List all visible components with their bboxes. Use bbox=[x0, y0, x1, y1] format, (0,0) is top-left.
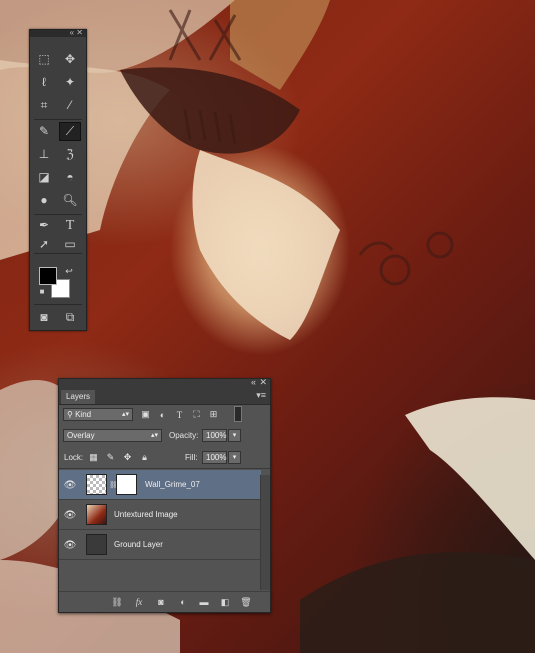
filter-adjustment-icon[interactable]: ◐ bbox=[156, 408, 169, 421]
eraser-icon[interactable]: ◪ bbox=[33, 168, 55, 187]
foreground-color-swatch[interactable] bbox=[39, 267, 57, 285]
layers-tabbar: Layers ▾≡ bbox=[59, 388, 270, 405]
layer-thumbnail bbox=[86, 534, 107, 555]
clone-stamp-icon[interactable]: ⊥ bbox=[33, 145, 55, 164]
opacity-input[interactable]: 100% bbox=[202, 429, 227, 442]
blend-mode-dropdown[interactable]: Overlay ▴▾ bbox=[63, 429, 162, 442]
tools-panel-header[interactable]: « ✕ bbox=[30, 29, 86, 37]
add-mask-icon[interactable]: ◙ bbox=[155, 596, 167, 608]
delete-layer-icon[interactable]: 🗑︎ bbox=[240, 596, 252, 608]
panel-menu-icon[interactable]: ▾≡ bbox=[256, 390, 266, 401]
lock-label: Lock: bbox=[64, 453, 84, 462]
crop-icon[interactable]: ⌗ bbox=[33, 96, 55, 115]
dodge-icon[interactable]: 🔍︎ bbox=[59, 191, 81, 210]
layer-row[interactable]: 👁︎ Untextured Image bbox=[59, 500, 261, 530]
type-icon[interactable]: T bbox=[59, 217, 81, 233]
tool-divider bbox=[34, 253, 82, 254]
adjustment-layer-icon[interactable]: ◐ bbox=[177, 596, 189, 608]
healing-brush-icon[interactable]: ✎ bbox=[33, 122, 55, 141]
opacity-label: Opacity: bbox=[169, 431, 199, 440]
lock-position-icon[interactable]: ✥ bbox=[121, 451, 134, 464]
layer-thumbnail bbox=[86, 474, 107, 495]
collapse-icon[interactable]: « bbox=[251, 377, 256, 387]
move-icon[interactable]: ✥ bbox=[59, 50, 81, 69]
eye-icon[interactable]: 👁︎ bbox=[63, 539, 77, 551]
close-icon[interactable]: ✕ bbox=[259, 377, 267, 388]
pen-icon[interactable]: ✒ bbox=[33, 217, 55, 233]
layer-name[interactable]: Ground Layer bbox=[114, 539, 163, 551]
collapse-icon[interactable]: « ✕ bbox=[70, 29, 83, 37]
tools-panel: « ✕ ⬚ ✥ ℓ ✦ ⌗ ⁄ ✎ ⟋ ⊥ ℨ ◪ ◓ ● 🔍︎ ✒ T ➚ ▭… bbox=[29, 29, 87, 331]
default-colors-icon[interactable]: ■ bbox=[36, 287, 48, 297]
chevron-down-icon: ▴▾ bbox=[150, 432, 158, 439]
fill-input[interactable]: 100% bbox=[202, 451, 227, 464]
filter-toggle-switch[interactable] bbox=[234, 406, 242, 422]
layer-thumbnail bbox=[86, 504, 107, 525]
fill-label: Fill: bbox=[185, 453, 198, 462]
new-layer-icon[interactable]: ◧ bbox=[219, 596, 231, 608]
paint-bucket-icon[interactable]: ◓ bbox=[59, 168, 81, 187]
eyedropper-icon[interactable]: ⁄ bbox=[59, 96, 81, 115]
blur-icon[interactable]: ● bbox=[33, 191, 55, 210]
screen-mode-icon[interactable]: ⧉ bbox=[59, 309, 81, 325]
layer-row[interactable]: 👁︎ ⛓ Wall_Grime_07 bbox=[59, 470, 261, 500]
layer-mask-thumbnail[interactable] bbox=[116, 474, 137, 495]
divider bbox=[59, 468, 270, 469]
eye-icon[interactable]: 👁︎ bbox=[63, 509, 77, 521]
layers-scrollbar[interactable] bbox=[260, 475, 270, 590]
brush-icon[interactable]: ⟋ bbox=[59, 122, 81, 141]
swap-colors-icon[interactable]: ↩ bbox=[62, 265, 76, 277]
fill-dropdown-icon[interactable]: ▾ bbox=[228, 451, 241, 464]
marquee-icon[interactable]: ⬚ bbox=[33, 50, 55, 69]
new-group-icon[interactable]: ▬ bbox=[198, 596, 210, 608]
blend-mode-value: Overlay bbox=[67, 431, 95, 440]
link-layers-icon[interactable]: ⛓ bbox=[111, 596, 123, 608]
opacity-dropdown-icon[interactable]: ▾ bbox=[228, 429, 241, 442]
layer-row[interactable]: 👁︎ Ground Layer bbox=[59, 530, 261, 560]
filter-type-icon[interactable]: T bbox=[173, 408, 186, 421]
filter-shape-icon[interactable]: ⛶ bbox=[190, 408, 203, 421]
layer-name[interactable]: Untextured Image bbox=[114, 509, 178, 521]
layers-panel-header[interactable]: « ✕ bbox=[59, 377, 270, 388]
layers-bottom-toolbar: ⛓ fx ◙ ◐ ▬ ◧ 🗑︎ bbox=[59, 591, 270, 612]
layer-name[interactable]: Wall_Grime_07 bbox=[145, 479, 200, 491]
magic-wand-icon[interactable]: ✦ bbox=[59, 73, 81, 92]
fx-icon[interactable]: fx bbox=[133, 596, 145, 608]
eye-icon[interactable]: 👁︎ bbox=[63, 479, 77, 491]
filter-pixel-icon[interactable]: ▣ bbox=[139, 408, 152, 421]
layers-panel: « ✕ Layers ▾≡ ⚲ Kind ▴▾ ▣ ◐ T ⛶ ⊞ Overla… bbox=[58, 377, 271, 613]
lock-image-pixels-icon[interactable]: ✎ bbox=[104, 451, 117, 464]
search-icon: ⚲ bbox=[67, 410, 76, 419]
lock-transparency-icon[interactable]: ▦ bbox=[87, 451, 100, 464]
history-brush-icon[interactable]: ℨ bbox=[59, 145, 81, 164]
lasso-icon[interactable]: ℓ bbox=[33, 73, 55, 92]
tool-divider bbox=[34, 304, 82, 305]
rectangle-icon[interactable]: ▭ bbox=[59, 236, 81, 252]
filter-kind-value: Kind bbox=[75, 410, 92, 419]
tool-divider bbox=[34, 119, 82, 120]
filter-smart-object-icon[interactable]: ⊞ bbox=[207, 408, 220, 421]
lock-all-icon[interactable]: 🔒︎ bbox=[138, 451, 151, 464]
path-selection-icon[interactable]: ➚ bbox=[33, 236, 55, 252]
quick-mask-icon[interactable]: ◙ bbox=[33, 309, 55, 325]
tab-layers[interactable]: Layers bbox=[61, 390, 96, 404]
chevron-down-icon: ▴▾ bbox=[121, 411, 129, 418]
filter-kind-dropdown[interactable]: ⚲ Kind ▴▾ bbox=[63, 408, 133, 421]
